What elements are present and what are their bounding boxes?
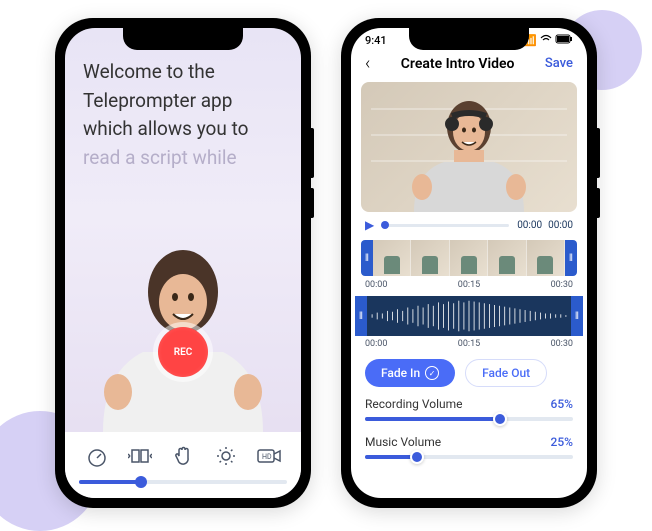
trim-handle-right[interactable]: ‖	[565, 240, 577, 276]
video-preview[interactable]	[361, 82, 577, 212]
playback-bar: ▶ 00:00 00:00	[351, 212, 587, 238]
fade-out-button[interactable]: Fade Out	[465, 359, 547, 387]
filmstrip-frame	[488, 240, 526, 276]
wave-trim-left[interactable]: ‖	[355, 296, 367, 336]
check-icon: ✓	[425, 366, 439, 380]
timestamp: 00:00	[365, 280, 387, 290]
header: ‹ Create Intro Video Save	[351, 47, 587, 82]
save-button[interactable]: Save	[545, 56, 573, 71]
wave-trim-right[interactable]: ‖	[571, 296, 583, 336]
waveform-icon	[367, 299, 571, 333]
phone-left: Welcome to the Teleprompter app which al…	[55, 18, 311, 508]
timestamp: 00:15	[458, 339, 480, 349]
back-button[interactable]: ‹	[365, 53, 370, 74]
script-line-upcoming: read a script while	[83, 144, 283, 173]
toolbar: HD	[65, 432, 301, 498]
scrubber[interactable]	[382, 224, 509, 227]
timestamp: 00:00	[365, 339, 387, 349]
brightness-icon[interactable]	[212, 442, 240, 470]
waveform-track[interactable]: ‖	[355, 296, 583, 336]
wifi-icon	[540, 34, 552, 47]
timestamp: 00:30	[551, 339, 573, 349]
record-button[interactable]: REC	[158, 327, 208, 377]
fade-in-button[interactable]: Fade In ✓	[365, 359, 455, 387]
timestamp: 00:15	[458, 280, 480, 290]
filmstrip-frame	[411, 240, 449, 276]
filmstrip[interactable]: ‖ ‖	[361, 240, 577, 276]
page-title: Create Intro Video	[401, 56, 515, 72]
recording-volume-value: 65%	[551, 397, 573, 411]
recording-volume-label: Recording Volume	[365, 397, 463, 411]
speed-icon[interactable]	[83, 442, 111, 470]
recording-volume-slider[interactable]	[365, 417, 573, 421]
phone-right: 9:41 📶 ‹ Create Intro Video Save	[341, 18, 597, 508]
camera-preview: REC	[65, 172, 301, 432]
fade-out-label: Fade Out	[482, 366, 530, 380]
filmstrip-frame	[373, 240, 411, 276]
filmstrip-frame	[450, 240, 488, 276]
battery-icon	[555, 34, 573, 47]
script-line: which allows you to	[83, 115, 283, 144]
hand-icon[interactable]	[169, 442, 197, 470]
music-volume-label: Music Volume	[365, 435, 441, 449]
trim-handle-left[interactable]: ‖	[361, 240, 373, 276]
script-line: Teleprompter app	[83, 87, 283, 116]
play-button[interactable]: ▶	[365, 218, 374, 232]
script-line: Welcome to the	[83, 58, 283, 87]
record-label: REC	[174, 347, 193, 358]
mirror-icon[interactable]	[126, 442, 154, 470]
svg-text:HD: HD	[262, 453, 272, 461]
timestamp: 00:30	[551, 280, 573, 290]
toolbar-slider[interactable]	[79, 480, 287, 484]
fade-in-label: Fade In	[381, 366, 420, 380]
filmstrip-frame	[527, 240, 565, 276]
music-volume-slider[interactable]	[365, 455, 573, 459]
time-start: 00:00	[517, 220, 542, 231]
time-end: 00:00	[548, 220, 573, 231]
status-time: 9:41	[365, 34, 387, 47]
quality-icon[interactable]: HD	[255, 442, 283, 470]
music-volume-value: 25%	[551, 435, 573, 449]
person-illustration	[404, 92, 534, 212]
